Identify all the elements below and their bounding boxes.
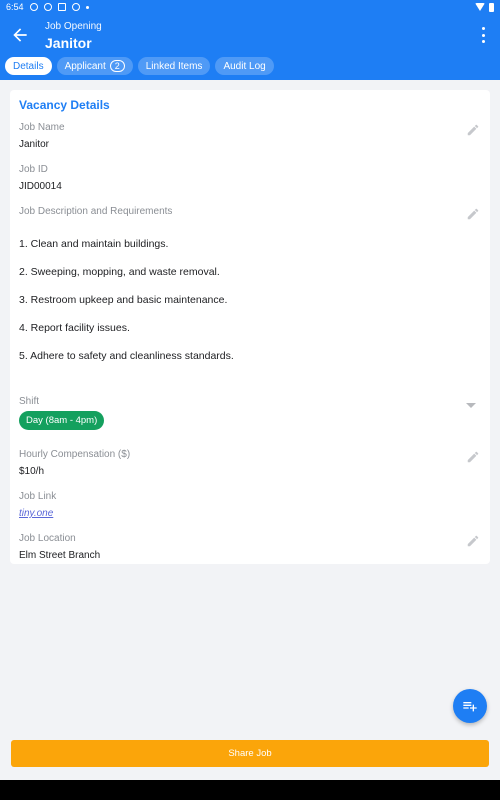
tab-linked-items[interactable]: Linked Items [137, 57, 211, 75]
edit-job-name-icon[interactable] [466, 123, 480, 137]
tab-audit-log[interactable]: Audit Log [215, 57, 274, 75]
add-note-fab[interactable] [453, 689, 487, 723]
wifi-icon [475, 3, 485, 11]
vacancy-details-card: Vacancy Details Job Name Janitor Job ID … [10, 90, 490, 564]
app-icon [57, 3, 66, 11]
section-title: Vacancy Details [19, 98, 110, 112]
compensation-value: $10/h [19, 466, 45, 477]
job-name-value: Janitor [19, 139, 50, 150]
page-title: Janitor [45, 35, 92, 51]
app-header: 6:54 Job Opening Janitor Details Applica… [0, 0, 500, 80]
battery-icon [489, 2, 494, 12]
location-value: Elm Street Branch [19, 550, 101, 561]
notification-icon [29, 3, 38, 11]
location-field: Job Location Elm Street Branch [19, 533, 101, 561]
job-id-value: JID00014 [19, 181, 62, 192]
description-field: Job Description and Requirements [19, 206, 173, 217]
description-line: 1. Clean and maintain buildings. [19, 238, 169, 250]
description-line: 5. Adhere to safety and cleanliness stan… [19, 350, 234, 362]
more-vert-icon [481, 27, 485, 30]
system-navigation-bar [0, 780, 500, 800]
more-options-button[interactable] [480, 27, 486, 43]
applicant-count-badge: 2 [109, 60, 125, 72]
tab-applicant[interactable]: Applicant 2 [56, 57, 133, 75]
more-notifications-icon [85, 5, 89, 9]
shift-field[interactable]: Shift Day (8am - 4pm) [19, 396, 105, 430]
description-line: 3. Restroom upkeep and basic maintenance… [19, 294, 228, 306]
tab-bar: Details Applicant 2 Linked Items Audit L… [5, 57, 274, 75]
shift-chip: Day (8am - 4pm) [19, 411, 105, 430]
description-line: 2. Sweeping, mopping, and waste removal. [19, 266, 220, 278]
compensation-field: Hourly Compensation ($) $10/h [19, 449, 131, 477]
mic-icon [71, 3, 80, 11]
share-job-button[interactable]: Share Job [11, 740, 489, 767]
app-bar: Job Opening Janitor [0, 14, 500, 56]
job-id-field: Job ID JID00014 [19, 164, 62, 192]
job-name-field: Job Name Janitor [19, 122, 65, 150]
arrow-back-icon [13, 28, 27, 42]
status-time: 6:54 [6, 2, 24, 12]
job-link[interactable]: tiny.one [19, 508, 56, 519]
description-line: 4. Report facility issues. [19, 322, 130, 334]
status-bar: 6:54 [0, 0, 500, 14]
back-button[interactable] [10, 25, 30, 45]
job-link-field: Job Link tiny.one [19, 491, 57, 519]
edit-description-icon[interactable] [466, 207, 480, 221]
shield-icon [43, 3, 52, 11]
edit-location-icon[interactable] [466, 534, 480, 548]
chevron-down-icon[interactable] [466, 403, 476, 408]
playlist-add-icon [463, 702, 477, 712]
page-subtitle: Job Opening [45, 21, 102, 32]
edit-compensation-icon[interactable] [466, 450, 480, 464]
tab-details[interactable]: Details [5, 57, 52, 75]
